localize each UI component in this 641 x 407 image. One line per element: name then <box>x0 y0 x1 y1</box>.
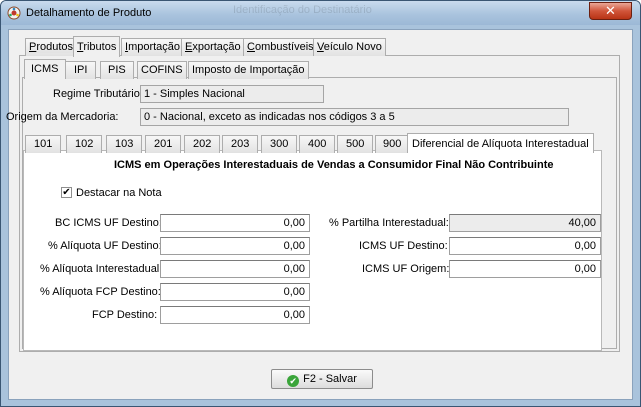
tab-exportacao[interactable]: Exportação <box>181 38 245 56</box>
destacar-label: Destacar na Nota <box>76 187 162 199</box>
icms-uf-destino-field[interactable]: 0,00 <box>449 237 601 255</box>
checkmark-icon: ✔ <box>62 187 71 198</box>
tab-csosn-900[interactable]: 900 <box>375 135 410 153</box>
tab-tributos[interactable]: Tributos <box>73 36 121 57</box>
partilha-interestadual-field: 40,00 <box>449 214 601 232</box>
tab-csosn-300[interactable]: 300 <box>261 135 298 153</box>
origem-label: Origem da Mercadoria: <box>6 111 119 123</box>
tab-cofins-label: COFINS <box>141 64 183 76</box>
save-button-label: F2 - Salvar <box>303 373 357 385</box>
tab-csosn-101-label: 101 <box>34 138 53 150</box>
window-title: Detalhamento de Produto <box>26 7 152 19</box>
tab-pis[interactable]: PIS <box>100 61 134 79</box>
tab-tributos-label: Tributos <box>77 41 117 53</box>
background-window-title: Identificação do Destinatário <box>233 4 372 16</box>
tab-importacao[interactable]: Importação <box>121 38 185 56</box>
tab-produtos[interactable]: Produtos <box>25 38 78 56</box>
difal-section-title: ICMS em Operações Interestaduais de Vend… <box>114 159 554 171</box>
aliquota-uf-destino-field[interactable]: 0,00 <box>160 237 310 255</box>
tab-csosn-202[interactable]: 202 <box>184 135 221 153</box>
tab-csosn-500[interactable]: 500 <box>337 135 374 153</box>
tab-imposto-importacao[interactable]: Imposto de Importação <box>188 61 309 79</box>
tab-csosn-500-label: 500 <box>346 138 365 150</box>
tab-csosn-400-label: 400 <box>308 138 327 150</box>
aliquota-interestadual-label: % Alíquota Interestadual: <box>40 263 163 275</box>
tab-diferencial-aliquota[interactable]: Diferencial de Alíquota Interestadual <box>407 133 594 153</box>
destacar-checkbox[interactable]: ✔ <box>61 187 72 198</box>
icms-uf-origem-label: ICMS UF Origem: <box>362 263 450 275</box>
close-icon: ✕ <box>605 3 616 18</box>
tab-csosn-400[interactable]: 400 <box>299 135 336 153</box>
tab-csosn-103[interactable]: 103 <box>106 135 143 153</box>
regime-field: 1 - Simples Nacional <box>140 85 324 103</box>
icms-uf-origem-field[interactable]: 0,00 <box>449 260 601 278</box>
save-button[interactable]: ✔ F2 - Salvar <box>271 369 373 389</box>
aliquota-interestadual-field[interactable]: 0,00 <box>160 260 310 278</box>
tab-ipi[interactable]: IPI <box>65 61 97 79</box>
origem-field: 0 - Nacional, exceto as indicadas nos có… <box>140 108 569 126</box>
tab-imposto-importacao-label: Imposto de Importação <box>192 64 305 76</box>
aliquota-uf-destino-label: % Alíquota UF Destino: <box>48 240 162 252</box>
tab-csosn-900-label: 900 <box>383 138 402 150</box>
tab-combustiveis-label: Combustíveis <box>247 41 314 53</box>
tab-icms[interactable]: ICMS <box>24 59 66 79</box>
tab-produtos-label: Produtos <box>29 41 74 53</box>
tab-csosn-103-label: 103 <box>115 138 134 150</box>
tab-exportacao-label: Exportação <box>185 41 241 53</box>
bc-icms-uf-destino-label: BC ICMS UF Destino: <box>55 217 162 229</box>
tab-importacao-label: Importação <box>125 41 181 53</box>
check-circle-icon: ✔ <box>287 375 300 387</box>
regime-label: Regime Tributário: <box>53 88 143 100</box>
tab-csosn-203-label: 203 <box>231 138 250 150</box>
partilha-interestadual-label: % Partilha Interestadual: <box>329 217 449 229</box>
client-area: Produtos Tributos Importação Exportação … <box>6 29 633 400</box>
aliquota-fcp-destino-label: % Alíquota FCP Destino: <box>40 286 161 298</box>
icms-uf-destino-label: ICMS UF Destino: <box>359 240 448 252</box>
fcp-destino-label: FCP Destino: <box>92 309 158 321</box>
fcp-destino-field[interactable]: 0,00 <box>160 306 310 324</box>
tab-csosn-203[interactable]: 203 <box>222 135 259 153</box>
tab-diferencial-aliquota-label: Diferencial de Alíquota Interestadual <box>412 138 589 150</box>
tab-csosn-102[interactable]: 102 <box>66 135 103 153</box>
tab-csosn-300-label: 300 <box>270 138 289 150</box>
tab-csosn-201[interactable]: 201 <box>145 135 182 153</box>
tab-combustiveis[interactable]: Combustíveis <box>243 38 318 56</box>
tab-ipi-label: IPI <box>74 64 88 76</box>
title-bar[interactable]: Detalhamento de Produto Identificação do… <box>1 1 640 25</box>
tab-csosn-102-label: 102 <box>75 138 94 150</box>
tab-veiculo-novo-label: Veículo Novo <box>317 41 382 53</box>
aliquota-fcp-destino-field[interactable]: 0,00 <box>160 283 310 301</box>
app-icon <box>7 6 21 20</box>
tab-pis-label: PIS <box>108 64 126 76</box>
tab-veiculo-novo[interactable]: Veículo Novo <box>313 38 386 56</box>
tab-cofins[interactable]: COFINS <box>137 61 187 79</box>
tab-csosn-201-label: 201 <box>154 138 173 150</box>
tab-csosn-101[interactable]: 101 <box>25 135 62 153</box>
bc-icms-uf-destino-field[interactable]: 0,00 <box>160 214 310 232</box>
tab-csosn-202-label: 202 <box>193 138 212 150</box>
tab-icms-label: ICMS <box>31 63 59 75</box>
product-detail-window: Detalhamento de Produto Identificação do… <box>0 0 641 407</box>
close-button[interactable]: ✕ <box>589 2 632 20</box>
